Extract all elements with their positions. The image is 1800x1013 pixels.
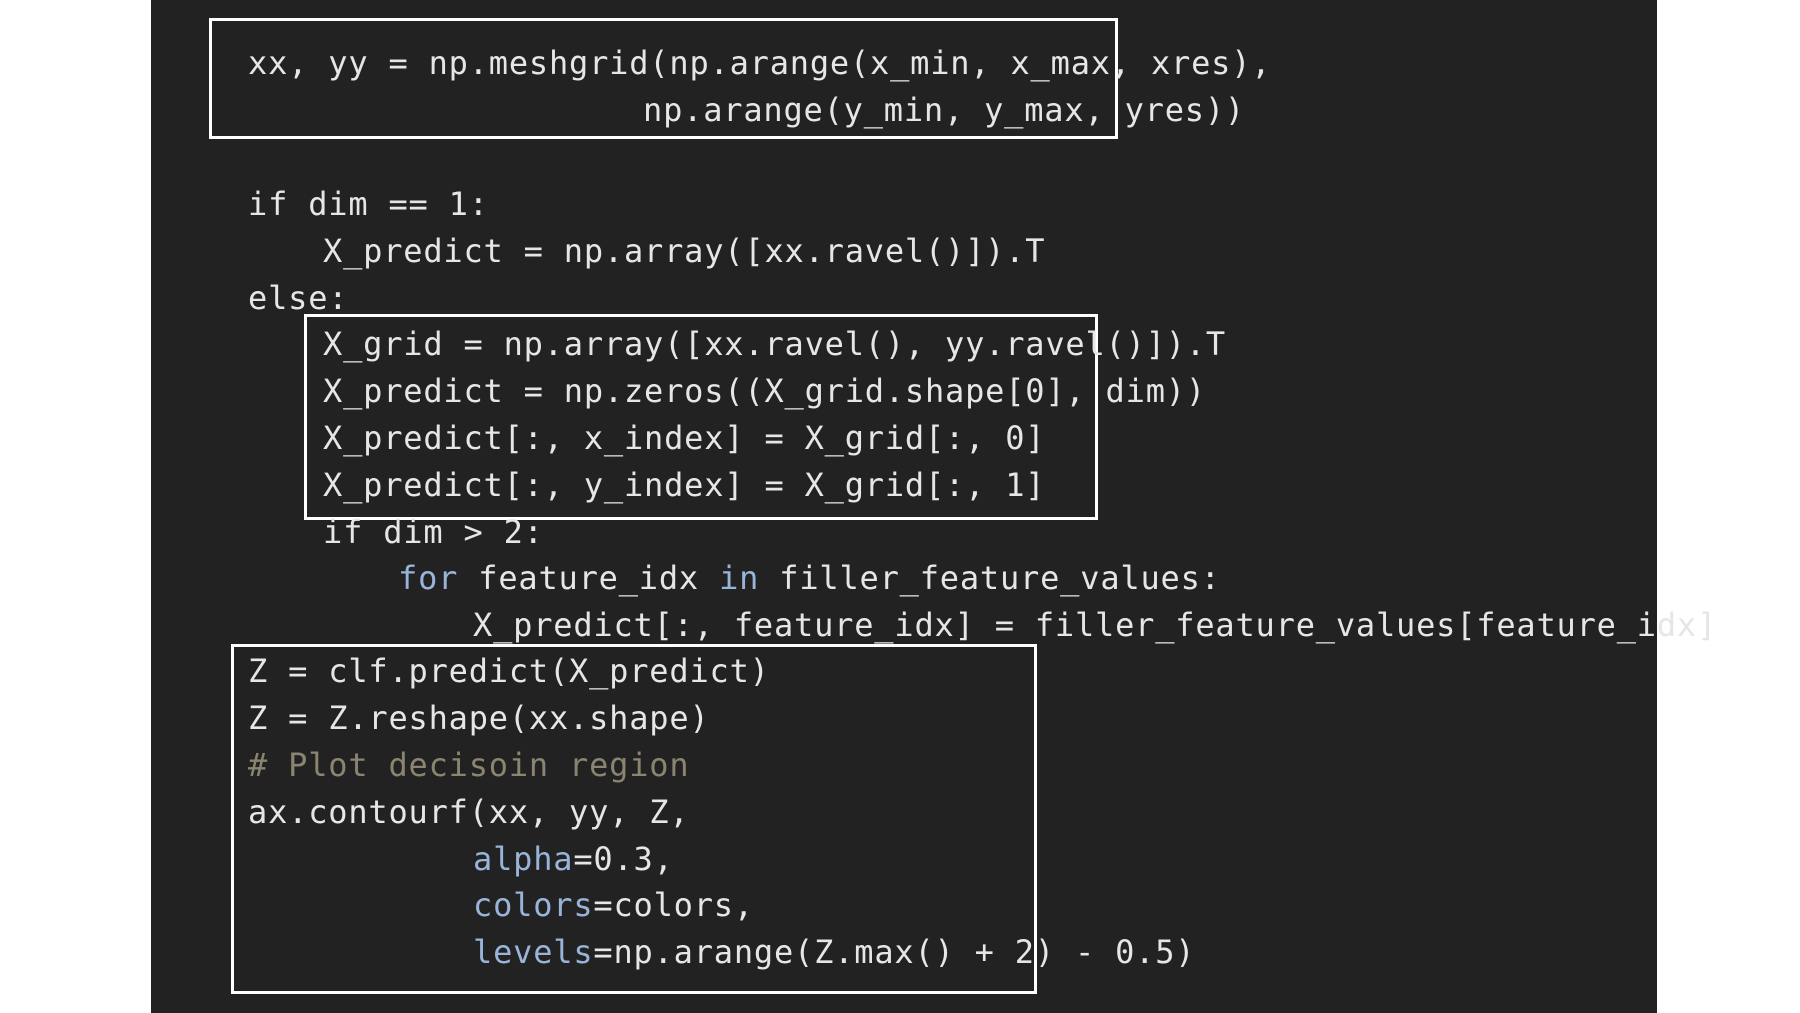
keyword-for: for: [398, 559, 459, 597]
param-alpha: alpha: [473, 840, 574, 878]
colors-value: =colors,: [593, 886, 754, 924]
code-line-if-dim-1: if dim == 1:: [248, 185, 489, 223]
code-line-else: else:: [248, 279, 349, 317]
for-loop-iterable: filler_feature_values:: [759, 559, 1221, 597]
keyword-in: in: [719, 559, 760, 597]
if-condition-text: if dim == 1:: [248, 185, 489, 223]
code-line-for-loop: for feature_idx in filler_feature_values…: [398, 559, 1221, 597]
param-colors: colors: [473, 886, 594, 924]
code-comment-plot-region: # Plot decisoin region: [248, 746, 690, 784]
code-line-colors-arg: colors=colors,: [473, 886, 754, 924]
code-line-x-grid: X_grid = np.array([xx.ravel(), yy.ravel(…: [323, 325, 1226, 363]
code-line-filler-assign: X_predict[:, feature_idx] = filler_featu…: [473, 606, 1718, 644]
code-line-meshgrid-continuation: np.arange(y_min, y_max, yres)): [643, 91, 1245, 129]
code-line-if-dim-2: if dim > 2:: [323, 513, 544, 551]
code-line-z-predict: Z = clf.predict(X_predict): [248, 652, 770, 690]
code-line-x-index-assign: X_predict[:, x_index] = X_grid[:, 0]: [323, 419, 1046, 457]
alpha-value: =0.3,: [573, 840, 674, 878]
code-line-contourf: ax.contourf(xx, yy, Z,: [248, 793, 690, 831]
for-loop-variable: feature_idx: [458, 559, 720, 597]
code-line-alpha-arg: alpha=0.3,: [473, 840, 674, 878]
code-line-z-reshape: Z = Z.reshape(xx.shape): [248, 699, 710, 737]
code-line-levels-arg: levels=np.arange(Z.max() + 2) - 0.5): [473, 933, 1195, 971]
code-line-x-predict-array: X_predict = np.array([xx.ravel()]).T: [323, 232, 1046, 270]
param-levels: levels: [473, 933, 594, 971]
code-line-y-index-assign: X_predict[:, y_index] = X_grid[:, 1]: [323, 466, 1046, 504]
code-line-meshgrid: xx, yy = np.meshgrid(np.arange(x_min, x_…: [248, 44, 1272, 82]
code-line-x-predict-zeros: X_predict = np.zeros((X_grid.shape[0], d…: [323, 372, 1206, 410]
code-panel: xx, yy = np.meshgrid(np.arange(x_min, x_…: [151, 0, 1716, 1013]
levels-value: =np.arange(Z.max() + 2) - 0.5): [593, 933, 1196, 971]
